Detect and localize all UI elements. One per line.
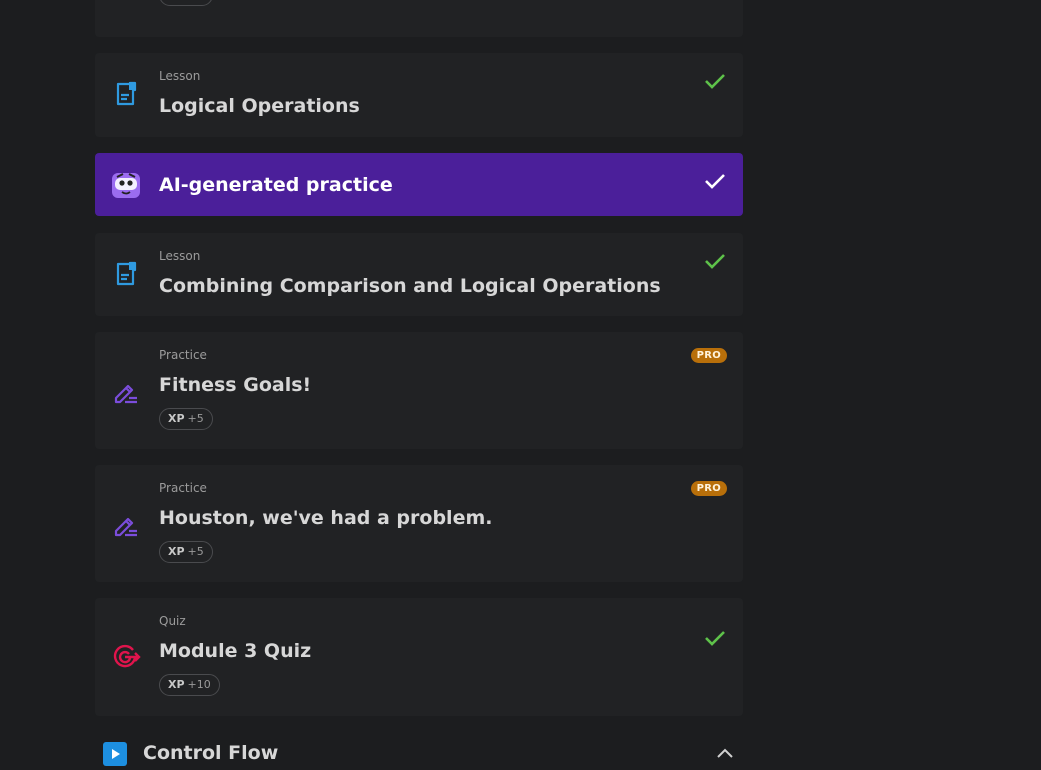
list-item-practice-houston[interactable]: Practice Houston, we've had a problem. P…	[95, 465, 743, 582]
quiz-target-icon	[111, 642, 141, 672]
chevron-up-icon[interactable]	[715, 744, 735, 764]
list-item-practice-fitness-goals[interactable]: Practice Fitness Goals! PRO XP +5	[95, 332, 743, 449]
item-title: AI-generated practice	[159, 174, 393, 196]
play-icon	[103, 742, 127, 766]
practice-pencil-icon	[111, 509, 141, 539]
xp-badge: XP +10	[159, 674, 220, 696]
list-item-ai-practice[interactable]: AI-generated practice	[95, 153, 743, 216]
check-icon	[703, 249, 727, 273]
list-item-quiz-module-3[interactable]: Quiz Module 3 Quiz XP +10	[95, 598, 743, 716]
section-header-control-flow[interactable]: Control Flow	[103, 738, 743, 769]
item-type-label: Quiz	[159, 614, 186, 628]
check-icon	[703, 69, 727, 93]
item-type-label: Lesson	[159, 69, 201, 83]
lesson-document-icon	[111, 260, 141, 290]
list-item-lesson-combining[interactable]: Lesson Combining Comparison and Logical …	[95, 233, 743, 316]
section-title: Control Flow	[143, 742, 279, 764]
item-type-label: Practice	[159, 348, 207, 362]
item-title: Fitness Goals!	[159, 374, 312, 396]
xp-badge: XP+5	[159, 541, 213, 563]
item-title: Combining Comparison and Logical Operati…	[159, 275, 661, 297]
pro-badge: PRO	[690, 348, 727, 363]
item-type-label: Lesson	[159, 249, 201, 263]
xp-badge: XP+5	[159, 0, 213, 6]
check-icon	[703, 626, 727, 650]
item-title: Houston, we've had a problem.	[159, 507, 493, 529]
lesson-document-icon	[111, 80, 141, 110]
list-item-lesson-logical-operations[interactable]: Lesson Logical Operations	[95, 53, 743, 137]
item-title: Logical Operations	[159, 95, 360, 117]
item-type-label: Practice	[159, 481, 207, 495]
list-item-partial[interactable]: XP+5	[95, 0, 743, 37]
item-title: Module 3 Quiz	[159, 640, 312, 662]
check-icon	[703, 169, 727, 193]
xp-badge: XP+5	[159, 408, 213, 430]
ai-robot-icon	[111, 170, 141, 200]
pro-badge: PRO	[690, 481, 727, 496]
practice-pencil-icon	[111, 376, 141, 406]
